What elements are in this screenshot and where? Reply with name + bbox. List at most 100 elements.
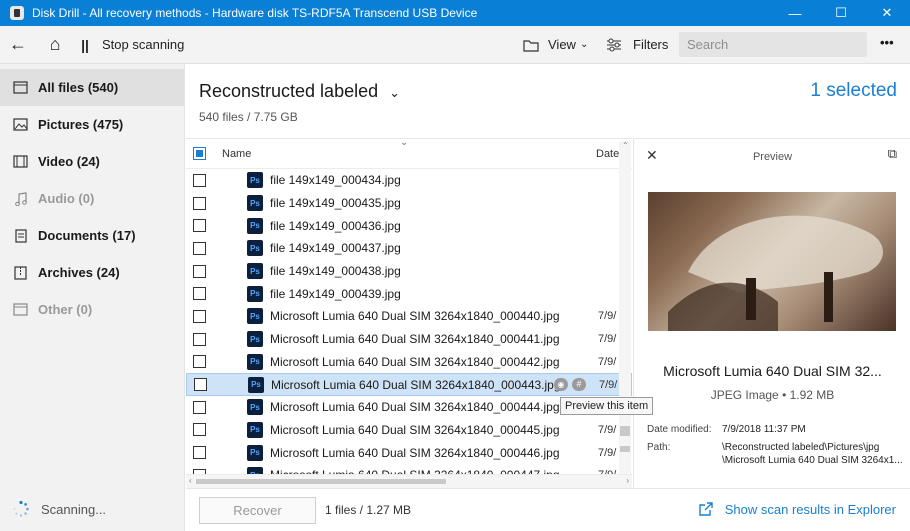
vertical-scrollbar[interactable]: ⌃ ⌄: [619, 141, 631, 486]
more-options-icon[interactable]: •••: [880, 35, 894, 50]
close-button[interactable]: ✕: [864, 0, 910, 26]
view-label: View: [548, 37, 576, 52]
file-rows: Ps file 149x149_000434.jpg Ps file 149x149_…: [186, 169, 632, 487]
app-icon: [10, 6, 24, 20]
file-list: Name ⌄ Date Ps file 149x149_000434.jpg Ps f…: [186, 137, 632, 488]
column-date[interactable]: Date: [596, 148, 619, 160]
chevron-down-icon: ⌄: [389, 85, 401, 100]
recover-button[interactable]: Recover: [199, 497, 316, 524]
table-row[interactable]: Ps Microsoft Lumia 640 Dual SIM 3264x1840…: [186, 419, 632, 442]
file-date: 7/9/: [598, 310, 617, 323]
row-checkbox[interactable]: [193, 196, 206, 210]
show-in-explorer-label: Show scan results in Explorer: [724, 501, 896, 517]
stop-scanning-button[interactable]: Stop scanning: [102, 37, 184, 52]
photoshop-file-icon: Ps: [247, 240, 263, 257]
chevron-down-icon: ⌄: [579, 39, 589, 50]
select-all-checkbox[interactable]: [193, 147, 206, 160]
file-date: 7/9/: [598, 333, 617, 346]
table-row[interactable]: Ps file 149x149_000436.jpg: [186, 214, 632, 237]
table-row[interactable]: Ps file 149x149_000438.jpg: [186, 260, 632, 283]
photoshop-file-icon: Ps: [247, 308, 263, 325]
sidebar-item-other[interactable]: Other (0): [0, 291, 184, 328]
search-input[interactable]: Search: [679, 32, 867, 57]
column-name[interactable]: Name: [222, 148, 251, 160]
file-date: 7/9/: [599, 378, 618, 391]
scanning-status: Scanning...: [12, 500, 106, 518]
view-button[interactable]: View ⌄: [523, 37, 588, 52]
sidebar-item-label: Archives (24): [38, 265, 120, 280]
minimize-button[interactable]: —: [772, 0, 818, 26]
table-row[interactable]: Ps file 149x149_000437.jpg: [186, 237, 632, 260]
photoshop-file-icon: Ps: [247, 399, 263, 416]
sidebar-item-all-files[interactable]: All files (540): [0, 69, 184, 106]
pause-icon[interactable]: ||: [74, 26, 96, 64]
recovery-chances-icon[interactable]: #: [572, 378, 586, 392]
file-name: file 149x149_000434.jpg: [270, 173, 401, 188]
file-name: file 149x149_000438.jpg: [270, 264, 401, 279]
table-row[interactable]: Ps file 149x149_000439.jpg: [186, 282, 632, 305]
photoshop-file-icon: Ps: [247, 353, 263, 370]
maximize-button[interactable]: ☐: [818, 0, 864, 26]
external-link-icon: [699, 502, 713, 516]
filters-button[interactable]: Filters: [606, 37, 668, 52]
table-row[interactable]: Ps Microsoft Lumia 640 Dual SIM 3264x1840…: [186, 328, 632, 351]
file-name: Microsoft Lumia 640 Dual SIM 3264x1840_0…: [270, 309, 560, 324]
row-checkbox[interactable]: [193, 219, 206, 233]
row-checkbox[interactable]: [193, 446, 206, 460]
table-row[interactable]: Ps file 149x149_000435.jpg: [186, 192, 632, 215]
file-date: 7/9/: [598, 446, 617, 459]
sidebar-item-documents[interactable]: Documents (17): [0, 217, 184, 254]
file-name: file 149x149_000435.jpg: [270, 196, 401, 211]
photoshop-file-icon: Ps: [247, 421, 263, 438]
show-in-explorer-link[interactable]: Show scan results in Explorer: [698, 501, 896, 517]
photoshop-file-icon: Ps: [247, 217, 263, 234]
row-checkbox[interactable]: [193, 355, 206, 369]
row-checkbox[interactable]: [193, 309, 206, 323]
table-row[interactable]: Ps Microsoft Lumia 640 Dual SIM 3264x1840…: [186, 441, 632, 464]
sidebar-item-audio[interactable]: Audio (0): [0, 180, 184, 217]
file-name: Microsoft Lumia 640 Dual SIM 3264x1840_0…: [271, 377, 561, 392]
bottom-bar: Recover 1 files / 1.27 MB Show scan resu…: [186, 488, 910, 531]
row-checkbox[interactable]: [193, 173, 206, 187]
column-header: Name ⌄ Date: [186, 137, 632, 169]
photoshop-file-icon: Ps: [247, 331, 263, 348]
sidebar-item-label: Pictures (475): [38, 117, 124, 132]
copy-icon[interactable]: ⧉: [888, 146, 897, 162]
table-row[interactable]: Ps Microsoft Lumia 640 Dual SIM 3264x1840…: [186, 305, 632, 328]
preview-photo-art: [668, 215, 883, 331]
location-dropdown[interactable]: Reconstructed labeled ⌄: [199, 81, 400, 102]
title-bar: Disk Drill - All recovery methods - Hard…: [0, 0, 910, 26]
sort-chevron-icon: ⌄: [400, 137, 409, 148]
photoshop-file-icon: Ps: [247, 195, 263, 212]
selected-count: 1 selected: [810, 80, 897, 101]
row-checkbox[interactable]: [193, 241, 206, 255]
selection-summary: 1 files / 1.27 MB: [325, 503, 412, 517]
table-row[interactable]: Ps Microsoft Lumia 640 Dual SIM 3264x1840…: [186, 351, 632, 374]
sidebar-item-pictures[interactable]: Pictures (475): [0, 106, 184, 143]
back-icon[interactable]: ←: [0, 26, 36, 64]
sidebar-item-label: Video (24): [38, 154, 100, 169]
row-checkbox[interactable]: [193, 287, 206, 301]
path-value-line-1: \Reconstructed labeled\Pictures\jpg: [722, 442, 880, 453]
sidebar-item-video[interactable]: Video (24): [0, 143, 184, 180]
file-name: file 149x149_000436.jpg: [270, 218, 401, 233]
row-checkbox[interactable]: [193, 423, 206, 437]
table-row[interactable]: Ps Microsoft Lumia 640 Dual SIM 3264x1840…: [186, 373, 632, 396]
documents-icon: [12, 228, 28, 244]
sidebar-item-archives[interactable]: Archives (24): [0, 254, 184, 291]
file-name: Microsoft Lumia 640 Dual SIM 3264x1840_0…: [270, 354, 560, 369]
path-label: Path:: [647, 442, 671, 453]
table-row[interactable]: Ps file 149x149_000434.jpg: [186, 169, 632, 192]
home-icon[interactable]: ⌂: [36, 26, 74, 64]
row-checkbox[interactable]: [193, 400, 206, 414]
file-name: Microsoft Lumia 640 Dual SIM 3264x1840_0…: [270, 422, 560, 437]
preview-eye-icon[interactable]: ◉: [554, 378, 568, 392]
sidebar-item-label: All files (540): [38, 80, 119, 95]
row-checkbox[interactable]: [194, 378, 207, 392]
sidebar-item-label: Audio (0): [38, 191, 95, 206]
preview-title: Preview: [752, 151, 793, 163]
row-checkbox[interactable]: [193, 264, 206, 278]
row-checkbox[interactable]: [193, 332, 206, 346]
file-name: Microsoft Lumia 640 Dual SIM 3264x1840_0…: [270, 445, 560, 460]
horizontal-scrollbar[interactable]: ‹ ›: [186, 474, 632, 488]
